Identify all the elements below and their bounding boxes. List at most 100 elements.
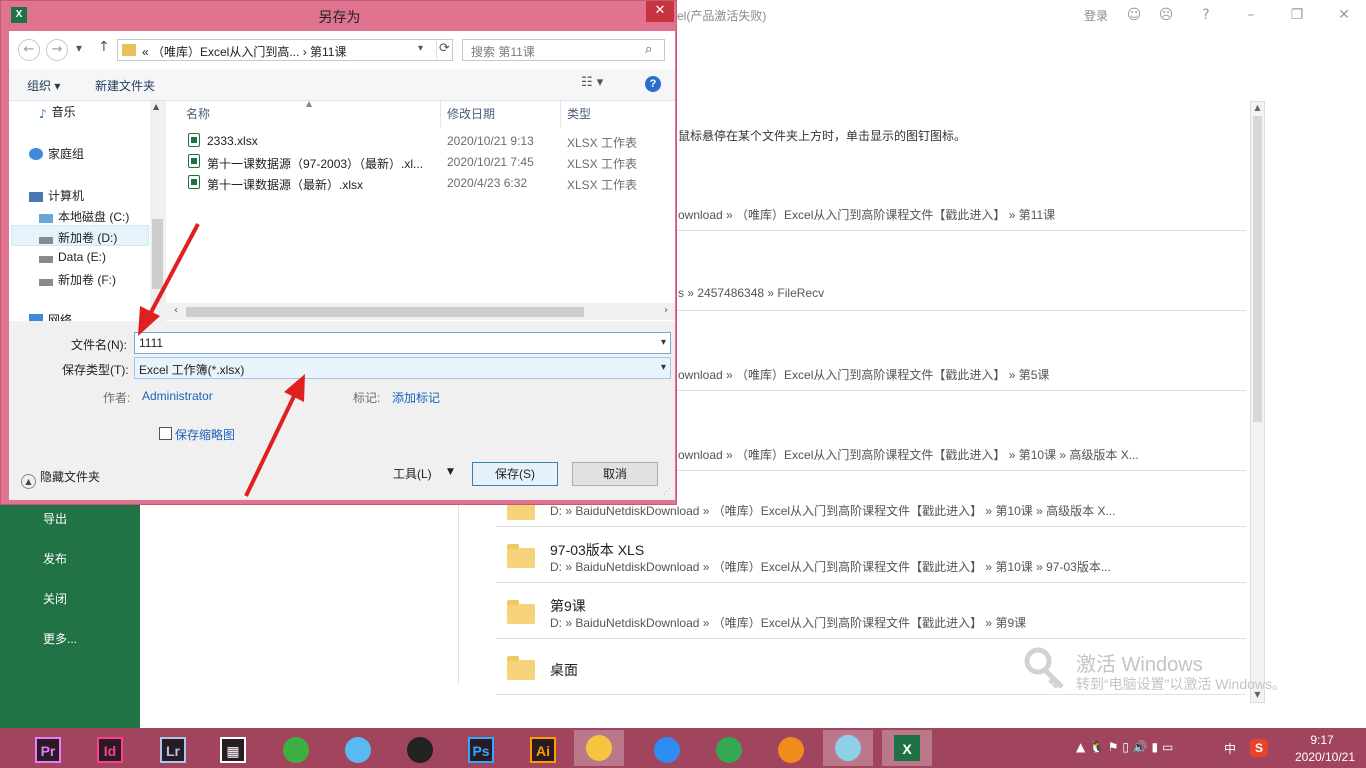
breadcrumb[interactable]: « （唯库）Excel从入门到高... › 第11课 bbox=[142, 43, 346, 60]
address-bar[interactable]: « （唯库）Excel从入门到高... › 第11课 ▾ ⟳ bbox=[117, 39, 453, 61]
tree-item-drive-d[interactable]: 新加卷 (D:) bbox=[39, 229, 117, 246]
tree-item-network[interactable]: 网络 bbox=[29, 311, 72, 321]
taskbar-app-browser[interactable] bbox=[647, 732, 680, 764]
add-tags-link[interactable]: 添加标记 bbox=[392, 389, 440, 406]
tree-item-drive-f[interactable]: 新加卷 (F:) bbox=[39, 271, 116, 288]
recent-folder-name[interactable]: 97-03版本 XLS bbox=[550, 540, 644, 560]
frown-feedback-icon[interactable]: ☹ bbox=[1157, 6, 1175, 24]
scroll-right-icon[interactable]: › bbox=[664, 305, 668, 316]
login-link[interactable]: 登录 bbox=[1084, 7, 1108, 24]
clock-time[interactable]: 9:17 bbox=[1300, 733, 1344, 747]
horizontal-scrollbar[interactable]: ‹ › bbox=[166, 303, 675, 320]
scroll-thumb[interactable] bbox=[152, 219, 163, 289]
file-row[interactable]: 第十一课数据源（最新）.xlsx 2020/4/23 6:32 XLSX 工作表 bbox=[166, 173, 675, 194]
new-folder-button[interactable]: 新建文件夹 bbox=[95, 77, 155, 94]
column-header-date[interactable]: 修改日期 bbox=[447, 105, 495, 122]
chevron-down-icon[interactable]: ▾ bbox=[661, 362, 666, 373]
help-icon[interactable]: ? bbox=[645, 76, 661, 92]
file-list: ▲ 名称 修改日期 类型 2333.xlsx 2020/10/21 9:13 X… bbox=[166, 99, 675, 321]
taskbar-app-explorer[interactable] bbox=[574, 730, 624, 766]
dialog-close-button[interactable]: ✕ bbox=[646, 1, 674, 22]
minimize-icon[interactable]: – bbox=[1242, 6, 1260, 24]
divider[interactable] bbox=[560, 101, 561, 127]
sogou-input-icon[interactable]: S bbox=[1250, 739, 1268, 757]
divider[interactable] bbox=[440, 101, 441, 127]
up-icon[interactable]: ↑ bbox=[98, 39, 110, 55]
recent-folder-name[interactable]: 桌面 bbox=[550, 660, 578, 680]
save-button[interactable]: 保存(S) bbox=[472, 462, 558, 486]
restore-icon[interactable]: ❐ bbox=[1288, 6, 1306, 24]
taskbar-app-photoshop[interactable]: Ps bbox=[462, 732, 494, 764]
scroll-thumb[interactable] bbox=[1253, 116, 1262, 422]
recent-folder-name[interactable]: 第9课 bbox=[550, 596, 586, 616]
tree-item-drive-e[interactable]: Data (E:) bbox=[39, 250, 106, 264]
save-type-select[interactable]: Excel 工作簿(*.xlsx) ▾ bbox=[134, 357, 671, 379]
tree-item-music[interactable]: ♪ 音乐 bbox=[39, 103, 76, 121]
tree-item-homegroup[interactable]: 家庭组 bbox=[29, 145, 84, 162]
scroll-up-icon[interactable]: ▲ bbox=[153, 102, 159, 111]
search-icon[interactable]: ⌕ bbox=[645, 42, 652, 57]
file-row[interactable]: 2333.xlsx 2020/10/21 9:13 XLSX 工作表 bbox=[166, 131, 675, 152]
recent-folder-path[interactable]: D: » BaiduNetdiskDownload » （唯库）Excel从入门… bbox=[550, 614, 1026, 631]
recent-folder-path[interactable]: D: » BaiduNetdiskDownload » （唯库）Excel从入门… bbox=[550, 558, 1111, 575]
tree-scrollbar[interactable]: ▲ bbox=[150, 101, 165, 321]
recent-folder-path[interactable]: ownload » （唯库）Excel从入门到高阶课程文件【戳此进入】 » 第5… bbox=[678, 366, 1049, 383]
taskbar-app-chat[interactable] bbox=[338, 732, 371, 764]
system-tray-icons[interactable]: ▲ 🐧 ⚑ ▯ 🔊 ▮ ▭ bbox=[1076, 740, 1173, 754]
author-value[interactable]: Administrator bbox=[142, 389, 213, 403]
scroll-thumb[interactable] bbox=[186, 307, 584, 317]
tree-item-computer[interactable]: 计算机 bbox=[29, 187, 84, 204]
tools-menu[interactable]: 工具(L) bbox=[393, 465, 432, 482]
recent-folder-path[interactable]: s » 2457486348 » FileRecv bbox=[678, 286, 824, 300]
smile-feedback-icon[interactable]: ☺ bbox=[1125, 6, 1143, 24]
clock-date[interactable]: 2020/10/21 bbox=[1288, 750, 1362, 764]
scroll-up-icon[interactable]: ▲ bbox=[1253, 103, 1262, 113]
close-icon[interactable]: ✕ bbox=[1335, 6, 1353, 24]
taskbar-app-qq[interactable] bbox=[400, 732, 433, 764]
taskbar-app-indesign[interactable]: Id bbox=[91, 732, 123, 764]
taskbar-app-fox[interactable] bbox=[771, 732, 804, 764]
chevron-down-icon[interactable]: ▾ bbox=[418, 43, 423, 54]
chevron-down-icon[interactable]: ▼ bbox=[447, 467, 454, 477]
tree-item-label: 家庭组 bbox=[48, 147, 85, 161]
taskbar-app-excel[interactable]: X bbox=[882, 730, 932, 766]
forward-icon[interactable]: → bbox=[46, 39, 68, 61]
file-type: XLSX 工作表 bbox=[567, 178, 638, 192]
taskbar-app-notes[interactable] bbox=[823, 730, 873, 766]
taskbar: Pr Id Lr ▦ Ps Ai X ▲ 🐧 ⚑ ▯ 🔊 ▮ ▭ 中 S 9:17 2020… bbox=[0, 728, 1366, 768]
taskbar-app-chrome[interactable] bbox=[709, 732, 742, 764]
nav-close[interactable]: 关闭 bbox=[43, 590, 67, 607]
taskbar-app-video[interactable]: ▦ bbox=[214, 732, 246, 764]
organize-menu[interactable]: 组织 ▾ bbox=[27, 77, 60, 94]
view-options-icon[interactable]: ☷ ▾ bbox=[581, 75, 603, 90]
recent-folder-path[interactable]: ownload » （唯库）Excel从入门到高阶课程文件【戳此进入】 » 第1… bbox=[678, 446, 1139, 463]
ime-indicator[interactable]: 中 bbox=[1224, 740, 1236, 757]
cancel-button[interactable]: 取消 bbox=[572, 462, 658, 486]
recent-scrollbar[interactable]: ▲ ▼ bbox=[1250, 101, 1265, 703]
column-header-type[interactable]: 类型 bbox=[567, 105, 591, 122]
column-header-name[interactable]: 名称 bbox=[186, 105, 210, 122]
chevron-down-icon[interactable]: ▾ bbox=[661, 337, 666, 348]
taskbar-app-lightroom[interactable]: Lr bbox=[154, 732, 186, 764]
recent-locations-icon[interactable]: ▾ bbox=[76, 41, 82, 55]
nav-more[interactable]: 更多... bbox=[43, 630, 77, 647]
taskbar-app-premiere[interactable]: Pr bbox=[29, 732, 61, 764]
back-icon[interactable]: ← bbox=[18, 39, 40, 61]
recent-folder-path[interactable]: ownload » （唯库）Excel从入门到高阶课程文件【戳此进入】 » 第1… bbox=[678, 206, 1055, 223]
taskbar-app-sketch[interactable] bbox=[276, 732, 309, 764]
save-thumbnail-label[interactable]: 保存缩略图 bbox=[175, 426, 235, 443]
nav-export[interactable]: 导出 bbox=[43, 510, 67, 527]
taskbar-app-illustrator[interactable]: Ai bbox=[524, 732, 556, 764]
activation-subtitle: 转到“电脑设置”以激活 Windows。 bbox=[1076, 676, 1287, 692]
resize-grip-icon[interactable]: ⋰ bbox=[663, 487, 671, 496]
hide-folders-toggle[interactable]: ▲ 隐藏文件夹 bbox=[21, 468, 100, 489]
nav-publish[interactable]: 发布 bbox=[43, 550, 67, 567]
refresh-icon[interactable]: ⟳ bbox=[436, 41, 452, 59]
file-row[interactable]: 第十一课数据源（97-2003）（最新）.xl... 2020/10/21 7:… bbox=[166, 152, 675, 173]
filename-field[interactable]: 1111 ▾ bbox=[134, 332, 671, 354]
save-thumbnail-checkbox[interactable] bbox=[159, 427, 172, 440]
help-icon[interactable]: ? bbox=[1197, 6, 1215, 24]
scroll-left-icon[interactable]: ‹ bbox=[174, 305, 178, 316]
tree-item-drive-c[interactable]: 本地磁盘 (C:) bbox=[39, 208, 129, 225]
search-input[interactable]: 搜索 第11课 ⌕ bbox=[462, 39, 665, 61]
